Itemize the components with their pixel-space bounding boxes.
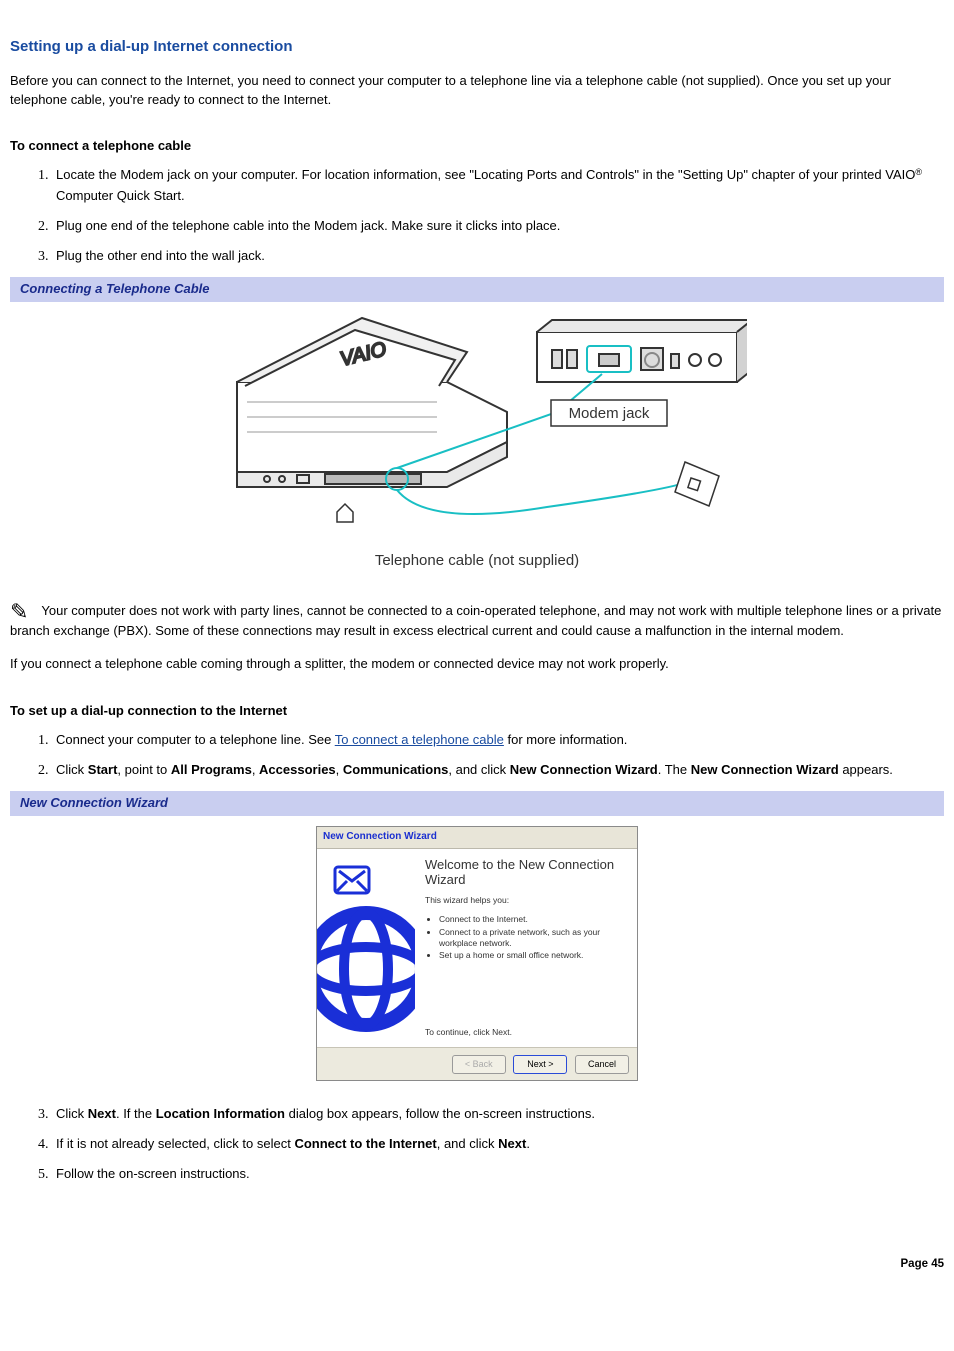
step2-5: Follow the on-screen instructions. [52, 1165, 944, 1185]
note-text-1: Your computer does not work with party l… [10, 603, 941, 638]
step-2: Plug one end of the telephone cable into… [52, 217, 944, 237]
step-1: Locate the Modem jack on your computer. … [52, 166, 944, 207]
wizard-welcome: Welcome to the New Connection Wizard [425, 857, 627, 888]
wizard-sidebar-image [317, 849, 415, 1047]
steps-list-2b: Click Next. If the Location Information … [10, 1105, 944, 1186]
steps-list-1: Locate the Modem jack on your computer. … [10, 166, 944, 267]
wizard-cancel-button[interactable]: Cancel [575, 1055, 629, 1074]
figure1-caption-bar: Connecting a Telephone Cable [10, 277, 944, 302]
figure2: New Connection Wizard Welcome to the New… [10, 816, 944, 1081]
subheading-connect-cable: To connect a telephone cable [10, 137, 944, 156]
wizard-back-button[interactable]: < Back [452, 1055, 506, 1074]
wizard-window: New Connection Wizard Welcome to the New… [316, 826, 638, 1081]
subheading-setup-dialup: To set up a dial-up connection to the In… [10, 702, 944, 721]
page-number: Page 45 [10, 1256, 944, 1273]
note-text-2: If you connect a telephone cable coming … [10, 655, 944, 674]
wizard-bullets: Connect to the Internet. Connect to a pr… [425, 912, 627, 963]
step2-1: Connect your computer to a telephone lin… [52, 731, 944, 751]
modem-jack-label: Modem jack [569, 405, 650, 422]
intro-paragraph: Before you can connect to the Internet, … [10, 72, 944, 110]
figure2-caption-bar: New Connection Wizard [10, 791, 944, 816]
wizard-button-row: < Back Next > Cancel [317, 1047, 637, 1080]
wizard-bullet-3: Set up a home or small office network. [439, 950, 627, 961]
wizard-bullet-1: Connect to the Internet. [439, 914, 627, 925]
wizard-next-button[interactable]: Next > [513, 1055, 567, 1074]
link-connect-cable[interactable]: To connect a telephone cable [335, 732, 504, 747]
step2-2: Click Start, point to All Programs, Acce… [52, 761, 944, 781]
note-block-1: ✎ Your computer does not work with party… [10, 602, 944, 641]
note-icon: ✎ [10, 602, 38, 622]
figure1: VAIO [10, 302, 944, 572]
registered-mark: ® [915, 167, 922, 177]
step2-4: If it is not already selected, click to … [52, 1135, 944, 1155]
step-3: Plug the other end into the wall jack. [52, 247, 944, 267]
wizard-titlebar: New Connection Wizard [317, 827, 637, 849]
page-title: Setting up a dial-up Internet connection [10, 36, 944, 58]
step2-3: Click Next. If the Location Information … [52, 1105, 944, 1125]
steps-list-2: Connect your computer to a telephone lin… [10, 731, 944, 782]
wizard-bullet-2: Connect to a private network, such as yo… [439, 927, 627, 948]
figure1-caption: Telephone cable (not supplied) [207, 550, 747, 572]
laptop-diagram: VAIO [207, 312, 747, 542]
wizard-helps: This wizard helps you: [425, 894, 627, 906]
wizard-continue: To continue, click Next. [425, 1026, 627, 1042]
